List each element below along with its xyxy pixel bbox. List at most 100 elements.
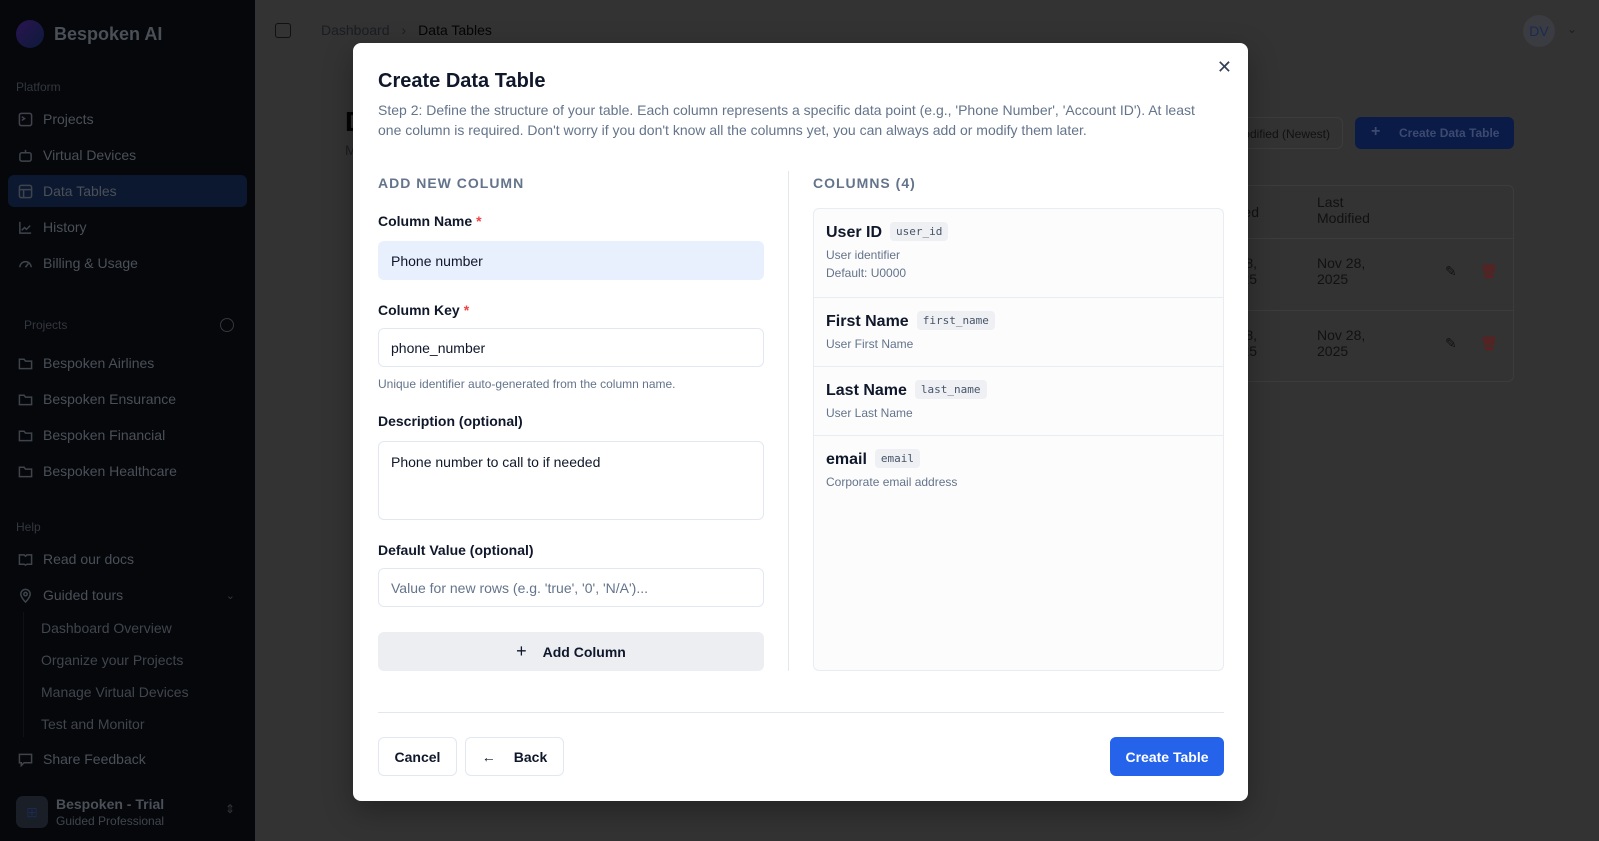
column-name: User ID	[826, 224, 883, 241]
projects-heading: Projects	[24, 318, 68, 332]
folder-icon	[18, 394, 33, 405]
bot-icon	[19, 149, 32, 162]
edit-icon[interactable]: ✎	[1445, 263, 1457, 280]
label: Virtual Devices	[43, 147, 137, 163]
label: Create Data Table	[1399, 126, 1500, 140]
column-key-label: Column Key	[378, 302, 460, 318]
read-docs-link[interactable]: Read our docs	[8, 543, 247, 575]
close-icon[interactable]: ✕	[1217, 57, 1232, 78]
trash-icon[interactable]: 🗑	[1480, 335, 1498, 352]
column-item[interactable]: First Name first_name User First Name	[814, 298, 1223, 367]
book-icon	[18, 553, 33, 566]
sidebar-item-history[interactable]: History	[8, 211, 247, 243]
edit-icon[interactable]: ✎	[1445, 335, 1457, 352]
create-table-button[interactable]: Create Table	[1110, 737, 1224, 776]
table-icon	[18, 184, 33, 198]
gauge-icon	[19, 260, 32, 268]
column-key-hint: Unique identifier auto-generated from th…	[378, 377, 676, 391]
trash-icon[interactable]: 🗑	[1480, 263, 1498, 280]
sidebar-item-data-tables[interactable]: Data Tables	[8, 175, 247, 207]
sidebar-item-projects[interactable]: Projects	[8, 103, 247, 135]
project-item[interactable]: Bespoken Healthcare	[8, 455, 247, 487]
guided-tours-toggle[interactable]: Guided tours ⌄	[8, 579, 247, 611]
back-button[interactable]: ← Back	[465, 737, 564, 776]
label: Bespoken Financial	[43, 427, 166, 443]
label: Bespoken Healthcare	[43, 463, 177, 479]
help-heading: Help	[16, 520, 41, 534]
label: Guided tours	[43, 587, 124, 603]
label: Share Feedback	[43, 751, 146, 767]
column-description: User First Name	[826, 337, 914, 351]
dialog-description: Step 2: Define the structure of your tab…	[378, 102, 1195, 138]
columns-heading: COLUMNS (4)	[813, 175, 916, 191]
account-switcher[interactable]: ⊞ Bespoken - Trial Guided Professional ⇕	[8, 792, 247, 832]
add-column-button[interactable]: + Add Column	[378, 632, 764, 671]
sidebar: Bespoken AI Platform Projects Virtual De…	[0, 0, 255, 841]
sidebar-toggle-icon[interactable]	[275, 23, 291, 38]
tour-guide-line	[23, 612, 24, 737]
column-item[interactable]: email email Corporate email address	[814, 436, 1223, 505]
account-name: Bespoken - Trial	[56, 796, 165, 812]
brand-name: Bespoken AI	[54, 24, 163, 44]
search-projects-icon[interactable]	[220, 318, 234, 332]
sidebar-item-virtual-devices[interactable]: Virtual Devices	[8, 139, 247, 171]
column-name-input[interactable]: Phone number	[378, 241, 764, 280]
breadcrumb-current: Data Tables	[418, 22, 492, 38]
column-key-badge: first_name	[916, 311, 995, 330]
default-value-label: Default Value (optional)	[378, 542, 534, 558]
column-item[interactable]: Last Name last_name User Last Name	[814, 367, 1223, 436]
footer-divider	[378, 712, 1224, 713]
label: Read our docs	[43, 551, 135, 567]
chevron-down-icon[interactable]: ⌄	[1567, 22, 1577, 36]
column-name: First Name	[826, 313, 909, 330]
description-textarea[interactable]: Phone number to call to if needed	[378, 441, 764, 520]
project-item[interactable]: Bespoken Financial	[8, 419, 247, 451]
column-key-input[interactable]: phone_number	[378, 328, 764, 367]
label: Bespoken Ensurance	[43, 391, 177, 407]
column-description: User identifier	[826, 248, 901, 262]
chart-line-icon	[19, 221, 32, 234]
cell: Nov 28, 2025	[1317, 255, 1366, 287]
create-data-table-dialog: Create Data Table ✕ Step 2: Define the s…	[353, 43, 1248, 801]
plus-icon: +	[1371, 123, 1381, 140]
map-pin-icon	[20, 588, 31, 603]
tour-item[interactable]: Dashboard Overview	[41, 620, 172, 636]
required-marker: *	[463, 302, 470, 318]
create-data-table-button[interactable]: + Create Data Table	[1355, 117, 1514, 149]
column-key-badge: last_name	[914, 380, 987, 399]
project-item[interactable]: Bespoken Ensurance	[8, 383, 247, 415]
vertical-divider	[788, 171, 789, 671]
column-key-badge: email	[874, 449, 921, 468]
tour-item[interactable]: Manage Virtual Devices	[41, 684, 189, 700]
share-feedback-link[interactable]: Share Feedback	[8, 743, 247, 775]
folder-icon	[18, 466, 33, 477]
tour-item[interactable]: Organize your Projects	[41, 652, 183, 668]
chevron-right-icon: ›	[401, 22, 407, 38]
breadcrumb: Dashboard › Data Tables	[321, 22, 492, 38]
breadcrumb-dashboard[interactable]: Dashboard	[321, 22, 390, 38]
sidebar-item-billing[interactable]: Billing & Usage	[8, 247, 247, 279]
column-description: User Last Name	[826, 406, 913, 420]
tour-item[interactable]: Test and Monitor	[41, 716, 145, 732]
add-column-heading: ADD NEW COLUMN	[378, 175, 525, 191]
cancel-button[interactable]: Cancel	[378, 737, 457, 776]
label: Back	[513, 748, 548, 765]
project-item[interactable]: Bespoken Airlines	[8, 347, 247, 379]
description-label: Description (optional)	[378, 413, 523, 429]
cell: Nov 28, 2025	[1317, 327, 1366, 359]
column-item[interactable]: User ID user_id User identifier Default: U0…	[814, 209, 1223, 298]
folder-icon	[18, 430, 33, 441]
account-plan: Guided Professional	[56, 814, 165, 828]
message-heart-icon	[18, 753, 33, 767]
col-header-last-modified: Last Modified	[1317, 194, 1370, 226]
column-default: Default: U0000	[826, 266, 907, 280]
logo-icon	[16, 20, 44, 48]
chevron-down-icon: ⌄	[225, 589, 235, 602]
default-value-input[interactable]: Value for new rows (e.g. 'true', '0', 'N…	[378, 568, 764, 607]
dialog-title: Create Data Table	[378, 70, 546, 92]
required-marker: *	[476, 213, 482, 229]
column-key-badge: user_id	[890, 222, 949, 241]
column-name: email	[826, 451, 867, 468]
label: Billing & Usage	[43, 255, 138, 271]
avatar[interactable]: DV	[1523, 15, 1555, 47]
